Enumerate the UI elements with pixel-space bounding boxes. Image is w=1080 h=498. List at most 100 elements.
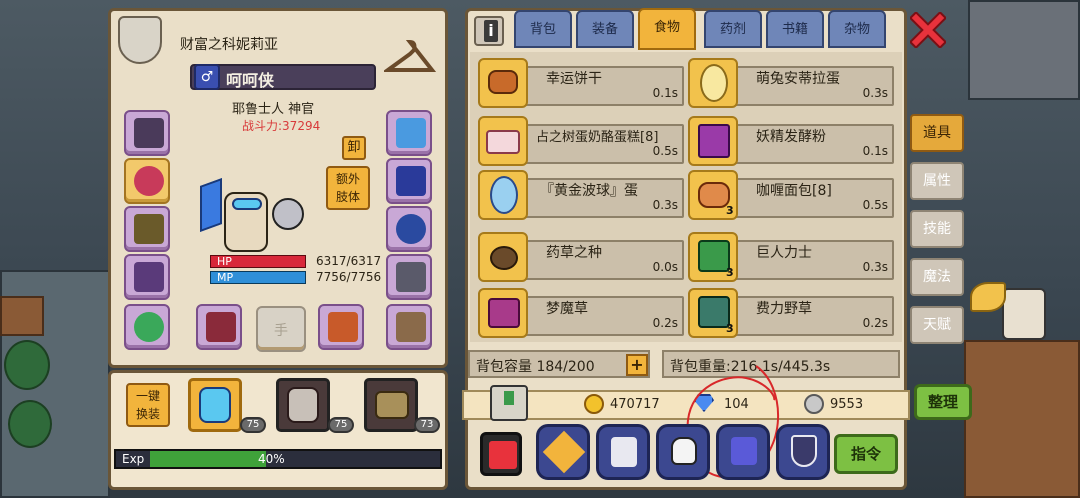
item-name: 占之树蛋奶酪蛋糕[8]	[536, 130, 659, 145]
skill-button-cloak[interactable]	[596, 424, 650, 480]
item-icon-box	[478, 288, 528, 338]
level-badge: 73	[414, 417, 440, 433]
quick-equip-button[interactable]: 一键 换装	[126, 383, 170, 427]
tab-equipment[interactable]: 装备	[576, 10, 634, 48]
crystal-icon	[396, 118, 426, 148]
gold-coin-icon	[584, 394, 604, 414]
team-member-slot[interactable]	[276, 378, 330, 432]
item-fairy-yeast[interactable]: 妖精发酵粉 0.1s	[688, 116, 894, 166]
item-name: 萌兔安蒂拉蛋	[756, 71, 840, 87]
item-icon-box	[688, 116, 738, 166]
item-quantity: 3	[726, 204, 734, 217]
armor-icon	[134, 262, 164, 292]
exp-bar: Exp 40%	[114, 449, 442, 469]
equip-slot-accessory[interactable]	[386, 110, 432, 156]
character-name: 呵呵侠	[226, 71, 275, 90]
item-icon-box	[688, 58, 738, 108]
team-member-slot[interactable]	[188, 378, 242, 432]
item-icon-box	[478, 116, 528, 166]
ranking-button[interactable]	[480, 432, 522, 476]
expand-bag-button[interactable]: +	[626, 354, 648, 376]
side-tab-magic[interactable]: 魔法	[910, 258, 964, 296]
skill-button-lightning[interactable]	[536, 424, 590, 480]
equip-slot-head[interactable]	[124, 110, 170, 156]
tab-books[interactable]: 书籍	[766, 10, 824, 48]
gold-amount: 470717	[610, 397, 660, 412]
blue-egg-icon	[490, 176, 518, 214]
skill-button-skull[interactable]	[656, 424, 710, 480]
item-lucky-cookie[interactable]: 幸运饼干 0.1s	[478, 58, 684, 108]
equip-slot-necklace[interactable]	[124, 158, 170, 204]
item-time: 0.3s	[862, 260, 888, 274]
powder-icon	[698, 124, 730, 158]
lightning-shield-icon	[791, 435, 817, 467]
hand-slot-label: 手	[274, 323, 288, 339]
background-npc	[1002, 288, 1046, 340]
tab-misc[interactable]: 杂物	[828, 10, 886, 48]
side-tab-attributes[interactable]: 属性	[910, 162, 964, 200]
flag-icon	[200, 177, 222, 233]
equip-slot-bracelet[interactable]	[386, 304, 432, 350]
equip-slot-ring[interactable]	[124, 304, 170, 350]
unequip-button[interactable]: 卸	[342, 136, 366, 160]
grass-icon	[488, 298, 520, 328]
item-giant-strength[interactable]: 3 巨人力士 0.3s	[688, 232, 894, 282]
tab-backpack[interactable]: 背包	[514, 10, 572, 48]
equip-slot-belt[interactable]	[386, 206, 432, 252]
silver-coin-icon	[804, 394, 824, 414]
necklace-icon	[134, 166, 164, 196]
skill-button-shield[interactable]	[776, 424, 830, 480]
item-time: 0.5s	[652, 144, 678, 158]
item-name: 幸运饼干	[546, 71, 602, 87]
equip-slot-offhand-weapon[interactable]	[196, 304, 242, 350]
item-golden-egg[interactable]: 『黄金波球』蛋 0.3s	[478, 170, 684, 220]
item-nightmare-grass[interactable]: 梦魔草 0.2s	[478, 288, 684, 338]
team-member-slot[interactable]	[364, 378, 418, 432]
mp-label: MP	[217, 271, 234, 284]
mp-value: 7756/7756	[316, 270, 382, 284]
side-tab-items[interactable]: 道具	[910, 114, 964, 152]
bag-capacity: 背包容量 184/200	[468, 350, 650, 378]
equip-slot-hand[interactable]: 手	[256, 306, 306, 352]
title-crest-icon	[118, 16, 162, 64]
tab-potion[interactable]: 药剂	[704, 10, 762, 48]
extra-body-button[interactable]: 额外 肢体	[326, 166, 370, 210]
item-herb-seed[interactable]: 药草之种 0.0s	[478, 232, 684, 282]
equip-slot-cloak[interactable]	[124, 206, 170, 252]
mace-icon	[272, 198, 304, 230]
item-laborious-weed[interactable]: 3 费力野草 0.2s	[688, 288, 894, 338]
equip-slot-extra-weapon[interactable]	[318, 304, 364, 350]
gem-ring-icon	[134, 312, 164, 342]
wardrobe-hanger-button[interactable]	[381, 38, 437, 78]
equip-slot-boots[interactable]	[386, 254, 432, 300]
sort-button[interactable]: 整理	[914, 384, 972, 420]
item-cheesecake[interactable]: 占之树蛋奶酪蛋糕[8] 0.5s	[478, 116, 684, 166]
info-icon: i	[484, 20, 498, 42]
level-badge: 75	[328, 417, 354, 433]
info-button[interactable]: i	[474, 16, 504, 46]
command-button[interactable]: 指令	[834, 434, 898, 474]
deposit-button[interactable]	[490, 385, 528, 421]
background-wing	[970, 282, 1006, 312]
background-crate	[0, 296, 44, 336]
ranking-icon	[489, 441, 517, 469]
equip-slot-armor[interactable]	[124, 254, 170, 300]
close-icon	[908, 10, 948, 50]
item-time: 0.5s	[862, 198, 888, 212]
item-name: 梦魔草	[546, 301, 588, 317]
equip-slot-weapon[interactable]	[386, 158, 432, 204]
exp-label: Exp	[122, 452, 145, 466]
tab-food[interactable]: 食物	[638, 8, 696, 50]
item-bunny-egg[interactable]: 萌兔安蒂拉蛋 0.3s	[688, 58, 894, 108]
skill-button-crossed-swords[interactable]	[716, 424, 770, 480]
item-icon-box	[478, 58, 528, 108]
close-button[interactable]	[908, 10, 948, 50]
background-wall	[968, 0, 1080, 100]
character-title: 财富之科妮莉亚	[180, 37, 278, 53]
side-tab-talent[interactable]: 天赋	[910, 306, 964, 344]
helmet-icon	[134, 118, 164, 148]
bracelet-icon	[396, 312, 426, 342]
item-name: 巨人力士	[756, 245, 812, 261]
side-tab-skills[interactable]: 技能	[910, 210, 964, 248]
item-curry-bread[interactable]: 3 咖喱面包[8] 0.5s	[688, 170, 894, 220]
